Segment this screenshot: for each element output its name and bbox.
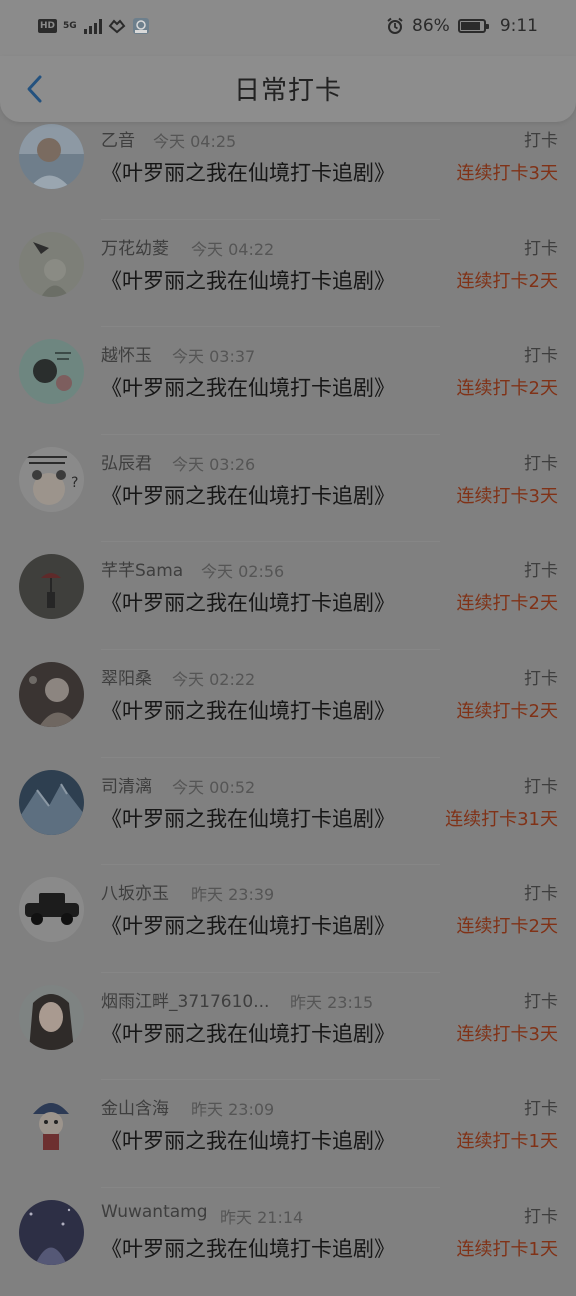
list-item[interactable]: 烟雨江畔_3717610... 昨天 23:15 打卡 《叶罗丽之我在仙境打卡追… bbox=[0, 973, 576, 1081]
clock: 9:11 bbox=[499, 16, 538, 36]
checkin-time: 今天 02:22 bbox=[172, 669, 256, 689]
show-title[interactable]: 《叶罗丽之我在仙境打卡追剧》 bbox=[101, 265, 395, 295]
avatar[interactable] bbox=[19, 877, 84, 943]
user-name: 司清漓 bbox=[101, 776, 152, 797]
checkin-time: 昨天 23:09 bbox=[191, 1100, 275, 1120]
show-title[interactable]: 《叶罗丽之我在仙境打卡追剧》 bbox=[101, 910, 395, 940]
checkin-label: 打卡 bbox=[524, 453, 558, 474]
show-title[interactable]: 《叶罗丽之我在仙境打卡追剧》 bbox=[101, 803, 395, 833]
checkin-label: 打卡 bbox=[524, 776, 558, 797]
vowifi-icon bbox=[108, 19, 126, 34]
avatar[interactable] bbox=[19, 339, 84, 405]
show-title[interactable]: 《叶罗丽之我在仙境打卡追剧》 bbox=[101, 1233, 395, 1263]
streak-label: 连续打卡2天 bbox=[456, 593, 558, 615]
checkin-label: 打卡 bbox=[524, 346, 558, 367]
checkin-time: 昨天 23:15 bbox=[290, 992, 374, 1012]
user-name: 乙音 bbox=[101, 131, 135, 151]
page-title: 日常打卡 bbox=[233, 76, 342, 106]
checkin-label: 打卡 bbox=[524, 668, 558, 689]
checkin-time: 今天 03:37 bbox=[172, 347, 256, 367]
user-name: 金山含海 bbox=[101, 1099, 169, 1120]
streak-label: 连续打卡2天 bbox=[456, 270, 558, 292]
status-bar: HD 5G 86% 9:11 bbox=[0, 0, 576, 56]
checkin-label: 打卡 bbox=[524, 238, 558, 259]
checkin-label: 打卡 bbox=[524, 991, 558, 1012]
streak-label: 连续打卡3天 bbox=[456, 163, 558, 184]
list-item[interactable]: 万花幼菱 今天 04:22 打卡 《叶罗丽之我在仙境打卡追剧》 连续打卡2天 bbox=[0, 220, 576, 328]
streak-label: 连续打卡2天 bbox=[456, 700, 558, 722]
list-item[interactable]: 芊芊Sama 今天 02:56 打卡 《叶罗丽之我在仙境打卡追剧》 连续打卡2天 bbox=[0, 542, 576, 650]
streak-label: 连续打卡2天 bbox=[456, 378, 558, 400]
user-name: 芊芊Sama bbox=[101, 561, 184, 582]
list-item[interactable]: 越怀玉 今天 03:37 打卡 《叶罗丽之我在仙境打卡追剧》 连续打卡2天 bbox=[0, 327, 576, 435]
list-item[interactable]: ? 弘辰君 今天 03:26 打卡 《叶罗丽之我在仙境打卡追剧》 连续打卡3天 bbox=[0, 435, 576, 543]
show-title[interactable]: 《叶罗丽之我在仙境打卡追剧》 bbox=[101, 695, 395, 725]
battery-icon bbox=[457, 19, 489, 33]
avatar[interactable] bbox=[19, 231, 84, 297]
checkin-label: 打卡 bbox=[524, 884, 558, 905]
user-name: 万花幼菱 bbox=[101, 238, 169, 259]
svg-text:?: ? bbox=[71, 475, 78, 491]
streak-label: 连续打卡3天 bbox=[456, 485, 558, 507]
checkin-label: 打卡 bbox=[524, 1099, 558, 1120]
battery-fill bbox=[460, 22, 480, 30]
show-title[interactable]: 《叶罗丽之我在仙境打卡追剧》 bbox=[101, 1018, 395, 1048]
list-item[interactable]: 司清漓 今天 00:52 打卡 《叶罗丽之我在仙境打卡追剧》 连续打卡31天 bbox=[0, 758, 576, 866]
status-right: 86% 9:11 bbox=[386, 16, 538, 36]
checkin-label: 打卡 bbox=[524, 131, 558, 151]
show-title[interactable]: 《叶罗丽之我在仙境打卡追剧》 bbox=[101, 480, 395, 510]
nav-header: 日常打卡 bbox=[0, 56, 576, 122]
list-item[interactable]: 翠阳桑 今天 02:22 打卡 《叶罗丽之我在仙境打卡追剧》 连续打卡2天 bbox=[0, 650, 576, 758]
avatar[interactable]: ? bbox=[19, 446, 84, 512]
checkin-time: 今天 03:26 bbox=[172, 454, 256, 474]
checkin-label: 打卡 bbox=[524, 561, 558, 582]
battery-percent: 86% bbox=[412, 16, 450, 36]
avatar[interactable] bbox=[19, 124, 84, 189]
show-title[interactable]: 《叶罗丽之我在仙境打卡追剧》 bbox=[101, 372, 395, 402]
streak-label: 连续打卡2天 bbox=[456, 916, 558, 938]
streak-label: 连续打卡1天 bbox=[456, 1131, 558, 1153]
checkin-time: 昨天 23:39 bbox=[191, 885, 275, 905]
signal-icon bbox=[83, 18, 102, 34]
alarm-icon bbox=[387, 17, 403, 34]
hd-badge: HD bbox=[38, 19, 58, 33]
avatar[interactable] bbox=[19, 1092, 84, 1158]
list-item[interactable]: 金山含海 昨天 23:09 打卡 《叶罗丽之我在仙境打卡追剧》 连续打卡1天 bbox=[0, 1080, 576, 1188]
show-title[interactable]: 《叶罗丽之我在仙境打卡追剧》 bbox=[101, 157, 395, 187]
checkin-time: 今天 04:22 bbox=[191, 239, 275, 259]
user-name: 烟雨江畔_3717610... bbox=[101, 991, 270, 1012]
avatar[interactable] bbox=[19, 554, 84, 620]
show-title[interactable]: 《叶罗丽之我在仙境打卡追剧》 bbox=[101, 1125, 395, 1155]
list-item[interactable]: Wuwantamg 昨天 21:14 打卡 《叶罗丽之我在仙境打卡追剧》 连续打… bbox=[0, 1188, 576, 1296]
status-left: HD 5G bbox=[38, 17, 150, 35]
user-name: Wuwantamg bbox=[101, 1201, 208, 1222]
avatar[interactable] bbox=[19, 661, 84, 727]
checkin-label: 打卡 bbox=[524, 1206, 558, 1227]
checkin-time: 昨天 21:14 bbox=[220, 1207, 304, 1227]
user-name: 翠阳桑 bbox=[101, 668, 152, 689]
user-name: 弘辰君 bbox=[101, 453, 152, 474]
avatar[interactable] bbox=[19, 769, 84, 835]
checkin-time: 今天 02:56 bbox=[201, 562, 285, 582]
checkin-time: 今天 04:25 bbox=[153, 132, 237, 151]
list-item[interactable]: 八坂亦玉 昨天 23:39 打卡 《叶罗丽之我在仙境打卡追剧》 连续打卡2天 bbox=[0, 865, 576, 973]
carrier-app-icon bbox=[132, 18, 149, 34]
show-title[interactable]: 《叶罗丽之我在仙境打卡追剧》 bbox=[101, 587, 395, 617]
user-name: 八坂亦玉 bbox=[101, 884, 169, 905]
checkin-time: 今天 00:52 bbox=[172, 777, 256, 797]
streak-label: 连续打卡31天 bbox=[445, 808, 558, 830]
streak-label: 连续打卡3天 bbox=[456, 1023, 558, 1045]
avatar[interactable] bbox=[19, 984, 84, 1050]
avatar[interactable] bbox=[19, 1199, 84, 1265]
checkin-list: 乙音 今天 04:25 打卡 《叶罗丽之我在仙境打卡追剧》 连续打卡3天 万花幼… bbox=[0, 120, 576, 1296]
streak-label: 连续打卡1天 bbox=[456, 1238, 558, 1260]
network-label: 5G bbox=[63, 21, 77, 31]
list-item[interactable]: 乙音 今天 04:25 打卡 《叶罗丽之我在仙境打卡追剧》 连续打卡3天 bbox=[0, 112, 576, 220]
user-name: 越怀玉 bbox=[101, 346, 152, 367]
